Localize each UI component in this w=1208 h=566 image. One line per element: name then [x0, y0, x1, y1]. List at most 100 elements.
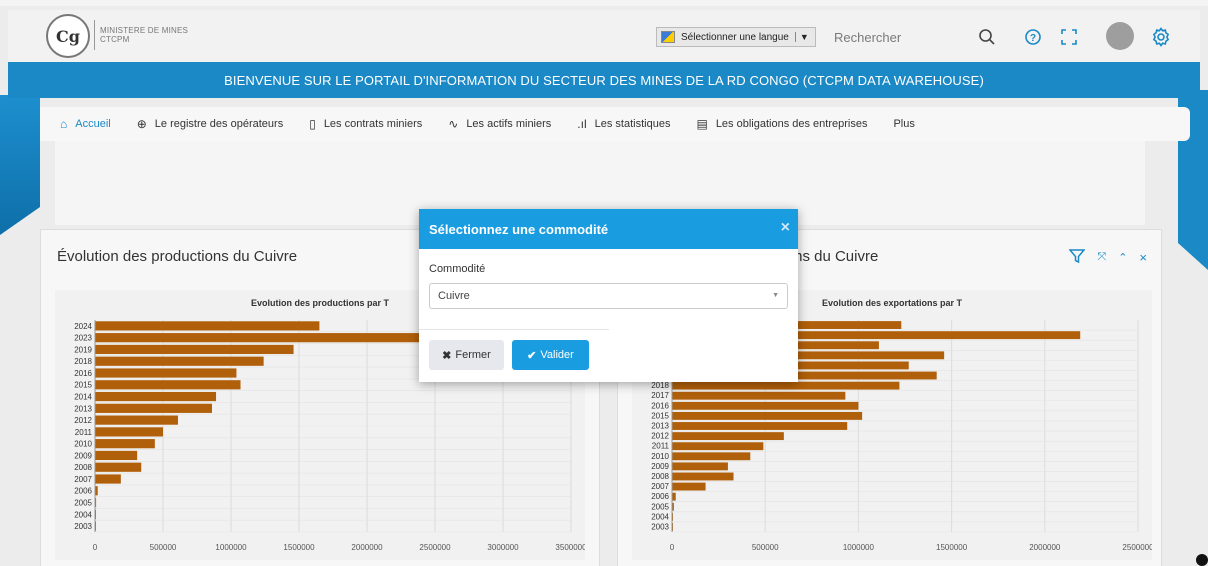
- nav-item-statistiques[interactable]: .ıl Les statistiques: [577, 117, 670, 131]
- expand-icon[interactable]: ⤧: [1097, 251, 1106, 264]
- bar: [95, 403, 212, 413]
- y-tick-label: 2016: [651, 401, 669, 410]
- cancel-button[interactable]: ✖ Fermer: [429, 340, 504, 370]
- y-tick-label: 2011: [652, 442, 670, 451]
- activity-icon: ∿: [448, 117, 459, 131]
- y-tick-label: 2018: [74, 357, 92, 366]
- x-tick-label: 3500000: [555, 543, 585, 552]
- y-tick-label: 2009: [651, 462, 669, 471]
- language-select-label: Sélectionner une langue: [681, 31, 789, 43]
- nav-item-actifs[interactable]: ∿ Les actifs miniers: [448, 117, 551, 131]
- language-select[interactable]: Sélectionner une langue ▼: [656, 27, 816, 47]
- fullscreen-icon[interactable]: [1056, 24, 1082, 50]
- logo[interactable]: Cg: [46, 14, 90, 58]
- chevron-down-icon: ▼: [794, 32, 809, 42]
- y-tick-label: 2017: [651, 391, 669, 400]
- y-tick-label: 2015: [651, 411, 669, 420]
- close-icon[interactable]: ×: [1139, 250, 1147, 265]
- y-tick-label: 2005: [651, 502, 669, 511]
- nav-item-obligations[interactable]: ▤ Les obligations des entreprises: [696, 117, 867, 131]
- nav-item-contrats[interactable]: ▯ Les contrats miniers: [309, 117, 422, 131]
- logo-text: Cg: [56, 26, 80, 46]
- x-tick-label: 1000000: [215, 543, 247, 552]
- x-tick-label: 3000000: [487, 543, 519, 552]
- home-icon: ⌂: [60, 117, 68, 131]
- y-tick-label: 2004: [74, 510, 92, 519]
- search-input[interactable]: Rechercher: [834, 30, 901, 45]
- bar: [95, 474, 121, 484]
- chart-title: Evolution des exportations par T: [822, 298, 963, 308]
- bar: [95, 415, 178, 425]
- bar: [672, 401, 859, 410]
- nav-item-label: Les actifs miniers: [466, 118, 552, 130]
- nav-item-label: Les contrats miniers: [323, 118, 423, 130]
- nav-item-label: Les statistiques: [594, 118, 671, 130]
- bar: [95, 462, 142, 472]
- filter-icon[interactable]: [1068, 248, 1086, 267]
- close-icon[interactable]: ×: [781, 219, 790, 237]
- validate-button[interactable]: ✔ Valider: [512, 340, 589, 370]
- top-strip: [0, 0, 1208, 6]
- y-tick-label: 2006: [74, 487, 92, 496]
- org-line-2: CTCPM: [100, 35, 130, 44]
- nav-item-plus[interactable]: Plus: [893, 118, 914, 130]
- check-icon: ✔: [527, 349, 537, 362]
- y-tick-label: 2008: [74, 463, 92, 472]
- bar: [95, 356, 264, 366]
- y-tick-label: 2015: [74, 381, 92, 390]
- validate-button-label: Valider: [540, 349, 574, 361]
- y-tick-label: 2003: [651, 522, 669, 531]
- modal-header: Sélectionnez une commodité ×: [419, 209, 798, 249]
- bar: [672, 482, 706, 491]
- commodity-label: Commodité: [429, 263, 486, 275]
- close-x-icon: ✖: [442, 349, 452, 362]
- x-tick-label: 0: [93, 543, 98, 552]
- x-tick-label: 1500000: [936, 543, 968, 552]
- y-tick-label: 2010: [74, 440, 92, 449]
- svg-text:?: ?: [1030, 33, 1036, 44]
- y-tick-label: 2016: [74, 369, 92, 378]
- nav-item-registre[interactable]: ⊕ Le registre des opérateurs: [137, 117, 283, 131]
- x-tick-label: 2500000: [1122, 543, 1152, 552]
- modal-divider: [419, 329, 609, 330]
- bar: [95, 427, 163, 437]
- modal-title: Sélectionnez une commodité: [429, 221, 609, 237]
- y-tick-label: 2013: [651, 422, 669, 431]
- nav-item-accueil[interactable]: ⌂ Accueil: [60, 117, 111, 131]
- bar: [672, 492, 676, 501]
- x-tick-label: 500000: [752, 543, 779, 552]
- y-tick-label: 2023: [74, 334, 92, 343]
- corner-widget-icon[interactable]: [1196, 554, 1208, 566]
- bar: [95, 344, 294, 355]
- table-icon: ▤: [696, 117, 708, 131]
- commodity-select[interactable]: Cuivre ▼: [429, 283, 788, 309]
- bar: [95, 368, 237, 378]
- logo-divider: [94, 20, 95, 50]
- y-tick-label: 2012: [651, 432, 669, 441]
- help-icon[interactable]: ?: [1020, 24, 1046, 50]
- top-header: Cg MINISTERE DE MINES CTCPM Sélectionner…: [8, 10, 1200, 62]
- settings-icon[interactable]: [1148, 24, 1174, 50]
- bar: [672, 432, 784, 441]
- x-tick-label: 1000000: [843, 543, 875, 552]
- x-tick-label: 2000000: [1029, 543, 1061, 552]
- commodity-select-value: Cuivre: [438, 290, 470, 302]
- globe-icon: ⊕: [136, 117, 147, 131]
- y-tick-label: 2004: [651, 512, 669, 521]
- collapse-icon[interactable]: ⌃: [1118, 251, 1127, 264]
- modal-footer: ✖ Fermer ✔ Valider: [429, 340, 589, 370]
- y-tick-label: 2011: [75, 428, 93, 437]
- cancel-button-label: Fermer: [455, 349, 491, 361]
- bar: [672, 472, 734, 481]
- avatar[interactable]: [1106, 22, 1134, 50]
- modal-body: Commodité Cuivre ▼: [419, 249, 798, 330]
- y-tick-label: 2007: [651, 482, 669, 491]
- x-tick-label: 2500000: [419, 543, 451, 552]
- document-icon: ▯: [309, 117, 316, 131]
- x-tick-label: 0: [670, 543, 675, 552]
- nav-item-label: Accueil: [75, 118, 111, 130]
- search-icon[interactable]: [974, 24, 1000, 50]
- org-line-1: MINISTERE DE MINES: [100, 26, 189, 35]
- x-tick-label: 1500000: [283, 543, 315, 552]
- x-tick-label: 2000000: [351, 543, 383, 552]
